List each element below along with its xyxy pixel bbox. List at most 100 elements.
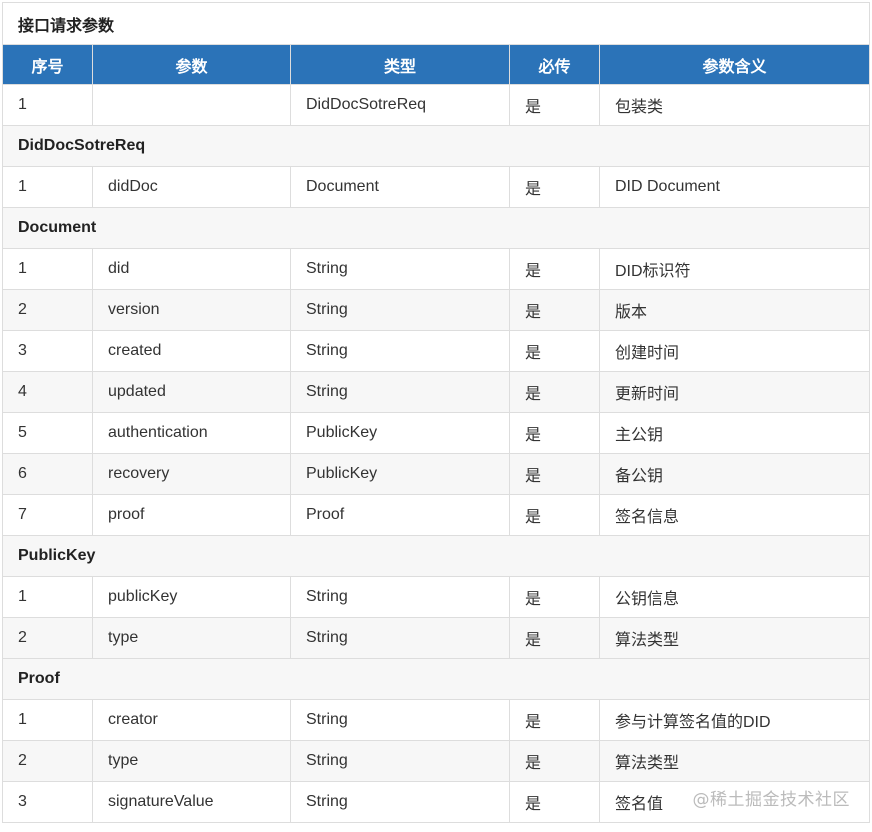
cell-meaning: 创建时间 (598, 330, 871, 372)
cell-index: 2 (2, 617, 93, 659)
cell-index: 2 (2, 289, 93, 331)
header-meaning: 参数含义 (598, 44, 871, 85)
cell-meaning: 算法类型 (598, 740, 871, 782)
cell-meaning: 包装类 (598, 84, 871, 126)
table-row: 2 version String 是版本 (2, 289, 871, 331)
cell-param: recovery (92, 453, 291, 495)
cell-index: 3 (2, 330, 93, 372)
table-row: 1 publicKey String 是公钥信息 (2, 576, 871, 618)
cell-param: authentication (92, 412, 291, 454)
page: 接口请求参数 序号 参数 类型 必传 参数含义 1 DidDocSotreReq 是… (0, 0, 872, 832)
cell-index: 1 (2, 699, 93, 741)
request-params-table: 接口请求参数 序号 参数 类型 必传 参数含义 1 DidDocSotreReq 是… (1, 2, 871, 823)
cell-param: creator (92, 699, 291, 741)
section-row: PublicKey (1, 535, 871, 577)
header-index: 序号 (2, 44, 93, 85)
section-row: Proof (1, 658, 871, 700)
cell-type: PublicKey (290, 412, 510, 454)
cell-required: 是 (509, 289, 600, 331)
cell-meaning: 公钥信息 (598, 576, 871, 618)
table-header-row: 序号 参数 类型 必传 参数含义 (2, 44, 871, 85)
cell-required: 是 (509, 248, 600, 290)
cell-index: 1 (2, 576, 93, 618)
cell-index: 3 (2, 781, 93, 823)
cell-required: 是 (509, 371, 600, 413)
cell-type: String (290, 330, 510, 372)
table-title-row: 接口请求参数 (1, 2, 871, 45)
cell-meaning: 签名信息 (598, 494, 871, 536)
watermark: @稀土掘金技术社区 (692, 790, 850, 810)
cell-required: 是 (509, 84, 600, 126)
cell-required: 是 (509, 494, 600, 536)
cell-type: String (290, 371, 510, 413)
cell-meaning: 备公钥 (598, 453, 871, 495)
cell-type: String (290, 576, 510, 618)
table-row: 5 authentication PublicKey 是主公钥 (2, 412, 871, 454)
cell-index: 5 (2, 412, 93, 454)
cell-index: 1 (2, 84, 93, 126)
cell-index: 1 (2, 166, 93, 208)
cell-param: type (92, 740, 291, 782)
cell-param: did (92, 248, 291, 290)
cell-required: 是 (509, 617, 600, 659)
cell-param: publicKey (92, 576, 291, 618)
cell-type: String (290, 248, 510, 290)
section-label: PublicKey (1, 535, 871, 577)
cell-meaning: 算法类型 (598, 617, 871, 659)
table-title: 接口请求参数 (1, 2, 871, 45)
cell-index: 7 (2, 494, 93, 536)
cell-type: String (290, 699, 510, 741)
cell-required: 是 (509, 330, 600, 372)
cell-required: 是 (509, 166, 600, 208)
table-row: 4 updated String 是更新时间 (2, 371, 871, 413)
header-type: 类型 (290, 44, 510, 85)
table-row: 7 proof Proof 是签名信息 (2, 494, 871, 536)
cell-param: created (92, 330, 291, 372)
cell-index: 1 (2, 248, 93, 290)
cell-meaning: 版本 (598, 289, 871, 331)
cell-required: 是 (509, 453, 600, 495)
header-required: 必传 (509, 44, 600, 85)
cell-type: String (290, 781, 510, 823)
section-label: DidDocSotreReq (1, 125, 871, 167)
table-row: 2 type String 是算法类型 (2, 740, 871, 782)
cell-param: version (92, 289, 291, 331)
cell-type: Document (290, 166, 510, 208)
cell-type: String (290, 617, 510, 659)
section-row: Document (1, 207, 871, 249)
table-row: 1 DidDocSotreReq 是包装类 (2, 84, 871, 126)
cell-type: DidDocSotreReq (290, 84, 510, 126)
cell-type: String (290, 740, 510, 782)
cell-index: 6 (2, 453, 93, 495)
cell-required: 是 (509, 576, 600, 618)
cell-index: 2 (2, 740, 93, 782)
section-label: Document (1, 207, 871, 249)
cell-index: 4 (2, 371, 93, 413)
header-param: 参数 (92, 44, 291, 85)
cell-type: PublicKey (290, 453, 510, 495)
cell-required: 是 (509, 699, 600, 741)
cell-meaning: 主公钥 (598, 412, 871, 454)
table-row: 3 created String 是创建时间 (2, 330, 871, 372)
section-row: DidDocSotreReq (1, 125, 871, 167)
cell-param: type (92, 617, 291, 659)
section-label: Proof (1, 658, 871, 700)
cell-meaning: DID标识符 (598, 248, 871, 290)
table-row: 6 recovery PublicKey 是备公钥 (2, 453, 871, 495)
cell-required: 是 (509, 781, 600, 823)
cell-meaning: 参与计算签名值的DID (598, 699, 871, 741)
cell-required: 是 (509, 412, 600, 454)
cell-required: 是 (509, 740, 600, 782)
cell-meaning: 更新时间 (598, 371, 871, 413)
table-row: 2 type String 是算法类型 (2, 617, 871, 659)
cell-param: updated (92, 371, 291, 413)
cell-param (92, 84, 291, 126)
cell-type: Proof (290, 494, 510, 536)
table-row: 1 didDoc Document 是 DID Document (2, 166, 871, 208)
table-row: 1 creator String 是参与计算签名值的DID (2, 699, 871, 741)
cell-param: didDoc (92, 166, 291, 208)
cell-meaning: DID Document (598, 166, 871, 208)
cell-param: proof (92, 494, 291, 536)
table-row: 1 did String 是 DID标识符 (2, 248, 871, 290)
cell-param: signatureValue (92, 781, 291, 823)
